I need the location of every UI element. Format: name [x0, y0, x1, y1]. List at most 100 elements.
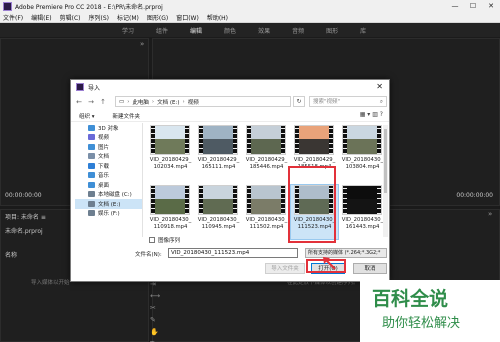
- import-media-hint: 导入媒体以开始: [31, 280, 70, 286]
- film-strip-icon: [233, 186, 237, 214]
- film-strip-icon: [233, 126, 237, 154]
- nav-item-label: 音乐: [98, 173, 110, 180]
- menu-marker[interactable]: 标记(M): [117, 13, 139, 22]
- menu-window[interactable]: 窗口(W): [176, 13, 199, 22]
- workspace-learn[interactable]: 学习: [122, 26, 134, 35]
- nav-item[interactable]: 文档 (E:): [75, 199, 142, 209]
- nav-item[interactable]: 下载: [75, 161, 142, 171]
- nav-item-icon: [88, 134, 95, 141]
- file-item[interactable]: VID_20180430_ 110945.mp4: [195, 185, 242, 239]
- file-item[interactable]: VID_20180429_ 165111.mp4: [195, 125, 242, 179]
- search-input[interactable]: 搜索"视频" ⌕: [309, 96, 387, 107]
- hand-tool-icon[interactable]: ✋: [150, 328, 160, 336]
- name-column-header[interactable]: 名称: [5, 250, 17, 259]
- menu-graphics[interactable]: 图形(G): [147, 13, 168, 22]
- thumbnail-ground: [295, 138, 333, 154]
- dialog-close-button[interactable]: ✕: [376, 82, 383, 91]
- workspace-graphics[interactable]: 图形: [326, 26, 338, 35]
- thumbnail-ground: [247, 138, 285, 154]
- minimize-button[interactable]: —: [446, 0, 464, 12]
- film-strip-icon: [199, 186, 203, 214]
- pen-tool-icon[interactable]: ✎: [150, 316, 160, 324]
- close-window-button[interactable]: ✕: [482, 0, 500, 12]
- file-item[interactable]: VID_20180429_ 102034.mp4: [147, 125, 194, 179]
- thumbnail-ground: [151, 198, 189, 214]
- file-item[interactable]: VID_20180429_ 185446.mp4: [243, 125, 290, 179]
- video-thumbnail: [246, 185, 286, 215]
- project-tab[interactable]: 项目: 未命名 ≡: [5, 212, 46, 221]
- workspace-libraries[interactable]: 库: [360, 26, 366, 35]
- image-sequence-option[interactable]: 图像序列: [149, 236, 180, 244]
- nav-item[interactable]: 图片: [75, 142, 142, 152]
- menu-sequence[interactable]: 序列(S): [89, 13, 110, 22]
- panel-menu-chevron-icon[interactable]: »: [140, 40, 144, 48]
- menu-clip[interactable]: 剪辑(C): [60, 13, 81, 22]
- back-arrow-icon[interactable]: ←: [75, 98, 83, 106]
- film-strip-icon: [281, 186, 285, 214]
- image-sequence-checkbox[interactable]: [149, 237, 155, 243]
- workspace-audio[interactable]: 音频: [292, 26, 304, 35]
- filetype-select[interactable]: 所有支持的媒体 (*.264;*.3G2;*: [305, 248, 387, 258]
- file-grid: VID_20180429_ 102034.mp4 VID_20180429_ 1651…: [147, 125, 386, 240]
- new-folder-button[interactable]: 新建文件夹: [113, 112, 141, 120]
- watermark: 百科全说 助你轻松解决: [360, 280, 500, 342]
- nav-item-label: 下载: [98, 163, 110, 170]
- refresh-button[interactable]: ↻: [293, 96, 305, 107]
- film-strip-icon: [295, 126, 299, 154]
- film-strip-icon: [247, 126, 251, 154]
- view-options-icon[interactable]: ▦ ▾ ▥ ?: [360, 111, 383, 118]
- file-name: VID_20180429_ 185446.mp4: [245, 157, 288, 170]
- video-thumbnail: [294, 125, 334, 155]
- film-strip-icon: [329, 126, 333, 154]
- address-bar[interactable]: ▭ › 此电脑 › 文档 (E:) › 视频: [115, 96, 291, 107]
- menu-edit[interactable]: 编辑(E): [31, 13, 51, 22]
- breadcrumb-this-pc[interactable]: 此电脑: [132, 98, 149, 106]
- workspace-bar: 学习 组件 编辑 颜色 效果 音频 图形 库: [0, 23, 500, 37]
- file-item[interactable]: VID_20180430_ 103804.mp4: [339, 125, 386, 179]
- thumbnail-sky: [151, 126, 189, 139]
- razor-tool-icon[interactable]: ✂: [150, 304, 160, 312]
- video-thumbnail: [198, 185, 238, 215]
- organize-button[interactable]: 组织 ▾: [79, 112, 95, 120]
- file-item[interactable]: VID_20180430_ 110918.mp4: [147, 185, 194, 239]
- nav-item-label: 娱乐 (F:): [98, 211, 120, 218]
- app-title: Adobe Premiere Pro CC 2018 - E:\PR\未命名.p…: [15, 3, 163, 11]
- nav-item[interactable]: 3D 对象: [75, 123, 142, 133]
- premiere-small-icon: [76, 83, 84, 91]
- filename-input[interactable]: VID_20180430_111523.mp4: [168, 248, 298, 258]
- nav-item[interactable]: 本地磁盘 (C:): [75, 190, 142, 200]
- dialog-title: 导入: [88, 84, 101, 92]
- thumbnail-sky: [343, 126, 381, 139]
- nav-item[interactable]: 文档: [75, 152, 142, 162]
- timeline-chevron-icon[interactable]: »: [488, 210, 492, 218]
- maximize-button[interactable]: ☐: [464, 0, 482, 12]
- cancel-button[interactable]: 取消: [353, 263, 387, 274]
- workspace-editing[interactable]: 编辑: [190, 26, 202, 35]
- workspace-assembly[interactable]: 组件: [156, 26, 168, 35]
- file-item[interactable]: VID_20180430_ 161443.mp4: [339, 185, 386, 239]
- nav-item-label: 桌面: [98, 182, 110, 189]
- breadcrumb-drive-e[interactable]: 文档 (E:): [157, 98, 179, 106]
- file-name: VID_20180429_ 102034.mp4: [149, 157, 192, 170]
- thumbnail-ground: [151, 138, 189, 154]
- workspace-effects[interactable]: 效果: [258, 26, 270, 35]
- nav-item[interactable]: 娱乐 (F:): [75, 209, 142, 219]
- nav-item[interactable]: 视频: [75, 133, 142, 143]
- thumbnail-sky: [295, 126, 333, 139]
- breadcrumb-videos[interactable]: 视频: [188, 98, 199, 106]
- nav-item[interactable]: 桌面: [75, 180, 142, 190]
- file-scrollbar[interactable]: [383, 125, 388, 237]
- forward-arrow-icon[interactable]: →: [87, 98, 95, 106]
- nav-item-label: 本地磁盘 (C:): [98, 192, 132, 199]
- file-item[interactable]: VID_20180430_ 111502.mp4: [243, 185, 290, 239]
- workspace-color[interactable]: 颜色: [224, 26, 236, 35]
- ripple-edit-icon[interactable]: ⟷: [150, 292, 160, 300]
- menu-file[interactable]: 文件(F): [3, 13, 23, 22]
- scrollbar-thumb[interactable]: [384, 129, 387, 193]
- up-arrow-icon[interactable]: ↑: [99, 98, 107, 106]
- nav-item[interactable]: 音乐: [75, 171, 142, 181]
- menu-bar: 文件(F) 编辑(E) 剪辑(C) 序列(S) 标记(M) 图形(G) 窗口(W…: [0, 12, 500, 23]
- import-folder-button[interactable]: 导入文件夹: [265, 263, 305, 274]
- menu-help[interactable]: 帮助(H): [207, 13, 228, 22]
- file-name: VID_20180430_ 110945.mp4: [197, 217, 240, 230]
